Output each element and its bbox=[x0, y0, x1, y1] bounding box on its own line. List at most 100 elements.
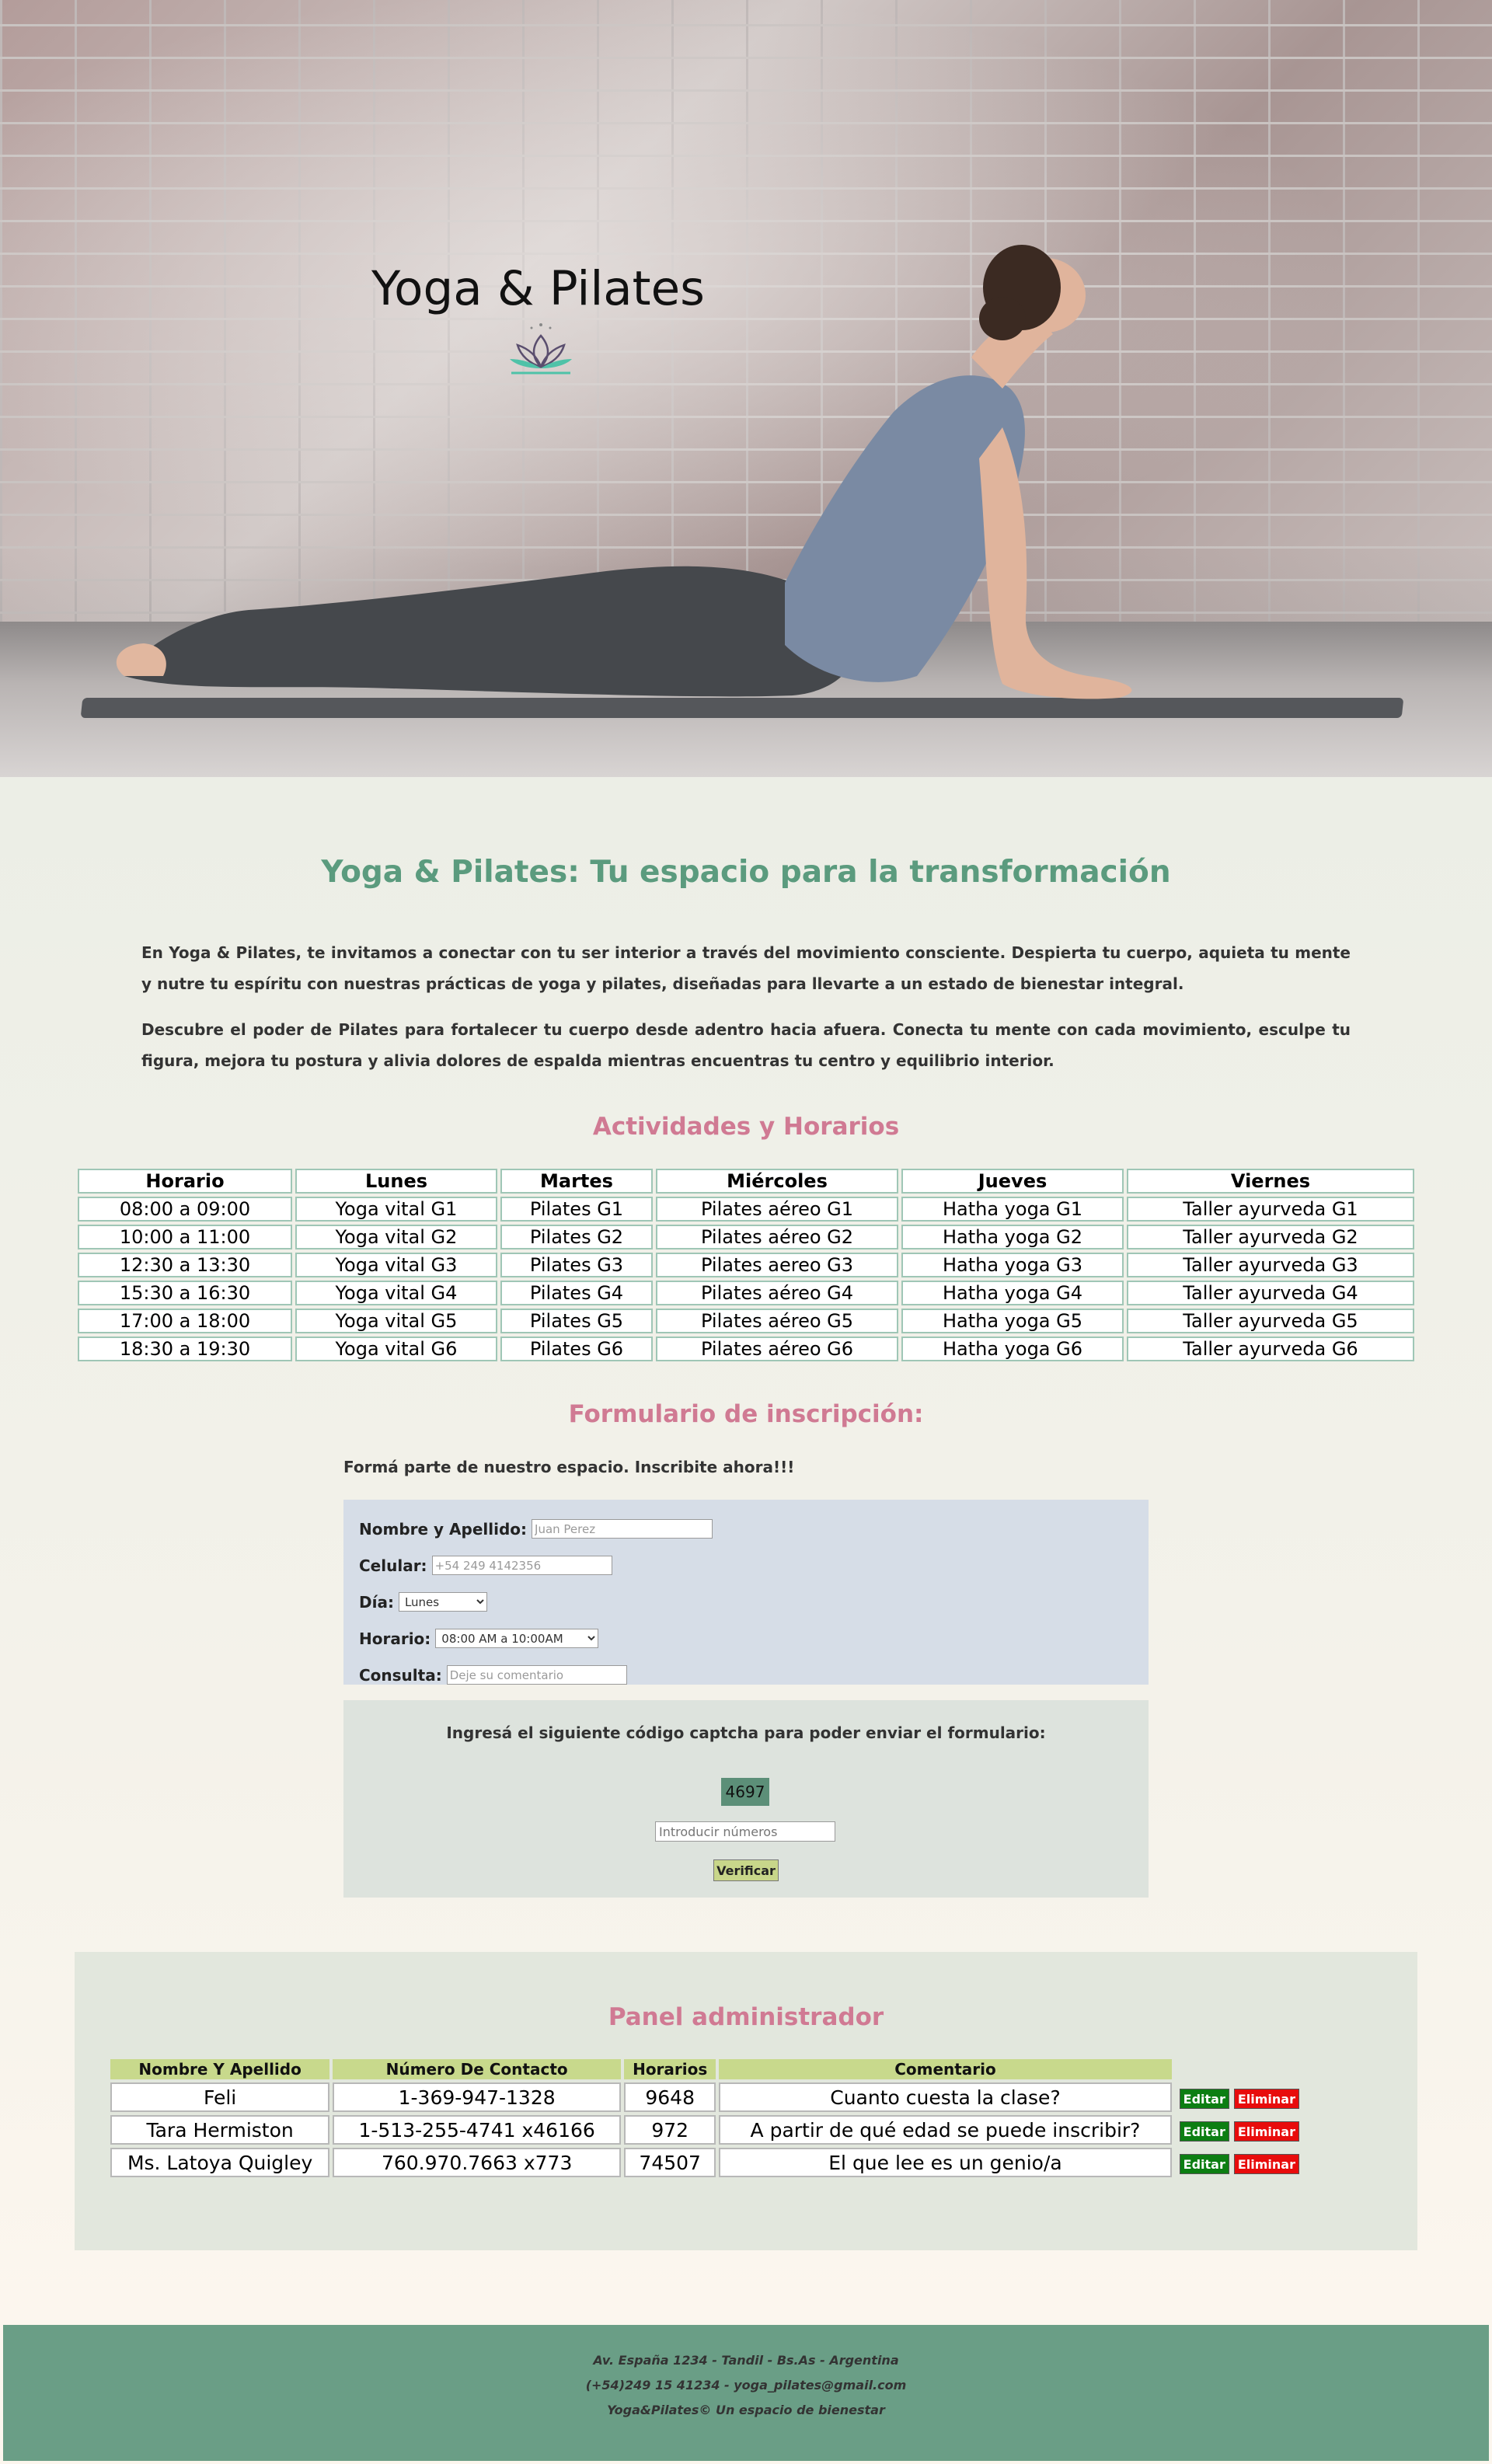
schedule-row: 18:30 a 19:30 Yoga vital G6 Pilates G6 P… bbox=[78, 1337, 1414, 1361]
schedule-cell: Pilates G5 bbox=[500, 1309, 653, 1333]
admin-actions: Editar Eliminar bbox=[1175, 2082, 1299, 2112]
edit-button[interactable]: Editar bbox=[1179, 2154, 1229, 2175]
delete-button[interactable]: Eliminar bbox=[1233, 2154, 1299, 2175]
delete-button[interactable]: Eliminar bbox=[1233, 2089, 1299, 2110]
name-row: Nombre y Apellido: bbox=[359, 1511, 1133, 1547]
schedule-cell: Taller ayurveda G4 bbox=[1127, 1281, 1414, 1305]
day-row: Día: Lunes bbox=[359, 1584, 1133, 1620]
schedule-cell: 12:30 a 13:30 bbox=[78, 1253, 292, 1277]
schedule-cell: Yoga vital G6 bbox=[295, 1337, 497, 1361]
schedule-cell: Hatha yoga G2 bbox=[901, 1225, 1124, 1249]
footer-address: Av. España 1234 - Tandil - Bs.As - Argen… bbox=[593, 2353, 899, 2368]
schedule-cell: Pilates G6 bbox=[500, 1337, 653, 1361]
schedule-cell: Pilates G1 bbox=[500, 1197, 653, 1222]
captcha-instructions: Ingresá el siguiente código captcha para… bbox=[446, 1723, 1046, 1742]
admin-cell-contact: 760.970.7663 x773 bbox=[333, 2148, 622, 2177]
admin-row: Feli 1-369-947-1328 9648 Cuanto cuesta l… bbox=[110, 2082, 1299, 2112]
schedule-cell: Hatha yoga G5 bbox=[901, 1309, 1124, 1333]
admin-cell-comment: Cuanto cuesta la clase? bbox=[719, 2082, 1172, 2112]
admin-row: Ms. Latoya Quigley 760.970.7663 x773 745… bbox=[110, 2148, 1299, 2177]
hero-title: Yoga & Pilates bbox=[371, 261, 705, 316]
schedule-cell: Yoga vital G3 bbox=[295, 1253, 497, 1277]
admin-cell-contact: 1-369-947-1328 bbox=[333, 2082, 622, 2112]
registration-form: Nombre y Apellido: Celular: Día: Lunes H… bbox=[343, 1500, 1149, 1685]
captcha-section: Ingresá el siguiente código captcha para… bbox=[343, 1700, 1149, 1898]
time-select[interactable]: 08:00 AM a 10:00AM bbox=[435, 1629, 599, 1648]
admin-title: Panel administrador bbox=[608, 2003, 884, 2031]
schedule-cell: Pilates aéreo G1 bbox=[656, 1197, 898, 1222]
schedule-row: 10:00 a 11:00 Yoga vital G2 Pilates G2 P… bbox=[78, 1225, 1414, 1249]
schedule-header-cell: Viernes bbox=[1127, 1169, 1414, 1194]
schedule-cell: Pilates G4 bbox=[500, 1281, 653, 1305]
comment-input[interactable] bbox=[446, 1665, 627, 1685]
admin-panel: Panel administrador Nombre Y Apellido Nú… bbox=[75, 1952, 1417, 2250]
comment-label: Consulta: bbox=[359, 1665, 442, 1685]
schedule-cell: 18:30 a 19:30 bbox=[78, 1337, 292, 1361]
verify-button[interactable]: Verificar bbox=[713, 1859, 779, 1881]
admin-cell-schedule: 9648 bbox=[624, 2082, 716, 2112]
schedule-header-cell: Martes bbox=[500, 1169, 653, 1194]
admin-actions: Editar Eliminar bbox=[1175, 2148, 1299, 2177]
hero-banner: Yoga & Pilates bbox=[0, 0, 1492, 777]
schedule-header-cell: Horario bbox=[78, 1169, 292, 1194]
admin-header-cell: Número De Contacto bbox=[333, 2059, 622, 2079]
schedule-cell: Hatha yoga G4 bbox=[901, 1281, 1124, 1305]
schedule-cell: Taller ayurveda G1 bbox=[1127, 1197, 1414, 1222]
schedule-cell: 17:00 a 18:00 bbox=[78, 1309, 292, 1333]
schedule-cell: Taller ayurveda G6 bbox=[1127, 1337, 1414, 1361]
admin-header-row: Nombre Y Apellido Número De Contacto Hor… bbox=[110, 2059, 1299, 2079]
admin-cell-comment: El que lee es un genio/a bbox=[719, 2148, 1172, 2177]
schedule-cell: Yoga vital G2 bbox=[295, 1225, 497, 1249]
schedule-cell: Pilates aereo G3 bbox=[656, 1253, 898, 1277]
admin-header-cell: Comentario bbox=[719, 2059, 1172, 2079]
footer-contact: (+54)249 15 41234 - yoga_pilates@gmail.c… bbox=[585, 2378, 907, 2393]
admin-row: Tara Hermiston 1-513-255-4741 x46166 972… bbox=[110, 2115, 1299, 2145]
admin-header-spacer bbox=[1175, 2059, 1299, 2079]
schedule-row: 12:30 a 13:30 Yoga vital G3 Pilates G3 P… bbox=[78, 1253, 1414, 1277]
delete-button[interactable]: Eliminar bbox=[1233, 2121, 1299, 2142]
day-select[interactable]: Lunes bbox=[398, 1592, 487, 1612]
time-label: Horario: bbox=[359, 1629, 431, 1648]
schedule-row: 15:30 a 16:30 Yoga vital G4 Pilates G4 P… bbox=[78, 1281, 1414, 1305]
captcha-input[interactable] bbox=[655, 1821, 835, 1842]
schedule-table: Horario Lunes Martes Miércoles Jueves Vi… bbox=[75, 1166, 1417, 1364]
footer-copyright: Yoga&Pilates© Un espacio de bienestar bbox=[607, 2403, 885, 2417]
captcha-code: 4697 bbox=[721, 1778, 769, 1806]
schedule-cell: Pilates aéreo G5 bbox=[656, 1309, 898, 1333]
day-label: Día: bbox=[359, 1592, 394, 1612]
admin-header-cell: Horarios bbox=[624, 2059, 716, 2079]
admin-cell-name: Tara Hermiston bbox=[110, 2115, 330, 2145]
intro-paragraph-2: Descubre el poder de Pilates para fortal… bbox=[141, 1020, 1351, 1070]
schedule-cell: Yoga vital G5 bbox=[295, 1309, 497, 1333]
schedule-header-cell: Jueves bbox=[901, 1169, 1124, 1194]
comment-row: Consulta: bbox=[359, 1657, 1133, 1693]
schedule-cell: Hatha yoga G3 bbox=[901, 1253, 1124, 1277]
admin-cell-name: Feli bbox=[110, 2082, 330, 2112]
admin-cell-schedule: 74507 bbox=[624, 2148, 716, 2177]
schedule-header-row: Horario Lunes Martes Miércoles Jueves Vi… bbox=[78, 1169, 1414, 1194]
schedule-header-cell: Miércoles bbox=[656, 1169, 898, 1194]
main-title: Yoga & Pilates: Tu espacio para la trans… bbox=[321, 855, 1171, 890]
schedule-cell: Pilates aéreo G2 bbox=[656, 1225, 898, 1249]
time-row: Horario: 08:00 AM a 10:00AM bbox=[359, 1620, 1133, 1657]
schedule-cell: Taller ayurveda G2 bbox=[1127, 1225, 1414, 1249]
admin-cell-contact: 1-513-255-4741 x46166 bbox=[333, 2115, 622, 2145]
name-label: Nombre y Apellido: bbox=[359, 1519, 528, 1539]
phone-row: Celular: bbox=[359, 1547, 1133, 1584]
intro-paragraph-1: En Yoga & Pilates, te invitamos a conect… bbox=[141, 943, 1351, 993]
edit-button[interactable]: Editar bbox=[1179, 2121, 1229, 2142]
form-title: Formulario de inscripción: bbox=[568, 1400, 924, 1428]
schedule-cell: Taller ayurveda G5 bbox=[1127, 1309, 1414, 1333]
schedule-cell: Pilates G3 bbox=[500, 1253, 653, 1277]
schedule-cell: Taller ayurveda G3 bbox=[1127, 1253, 1414, 1277]
phone-input[interactable] bbox=[431, 1556, 612, 1575]
schedule-header-cell: Lunes bbox=[295, 1169, 497, 1194]
schedule-cell: 10:00 a 11:00 bbox=[78, 1225, 292, 1249]
edit-button[interactable]: Editar bbox=[1179, 2089, 1229, 2110]
schedule-cell: 15:30 a 16:30 bbox=[78, 1281, 292, 1305]
admin-cell-schedule: 972 bbox=[624, 2115, 716, 2145]
name-input[interactable] bbox=[532, 1519, 713, 1539]
schedule-cell: Pilates aéreo G4 bbox=[656, 1281, 898, 1305]
footer: Av. España 1234 - Tandil - Bs.As - Argen… bbox=[3, 2325, 1489, 2461]
schedule-cell: 08:00 a 09:00 bbox=[78, 1197, 292, 1222]
